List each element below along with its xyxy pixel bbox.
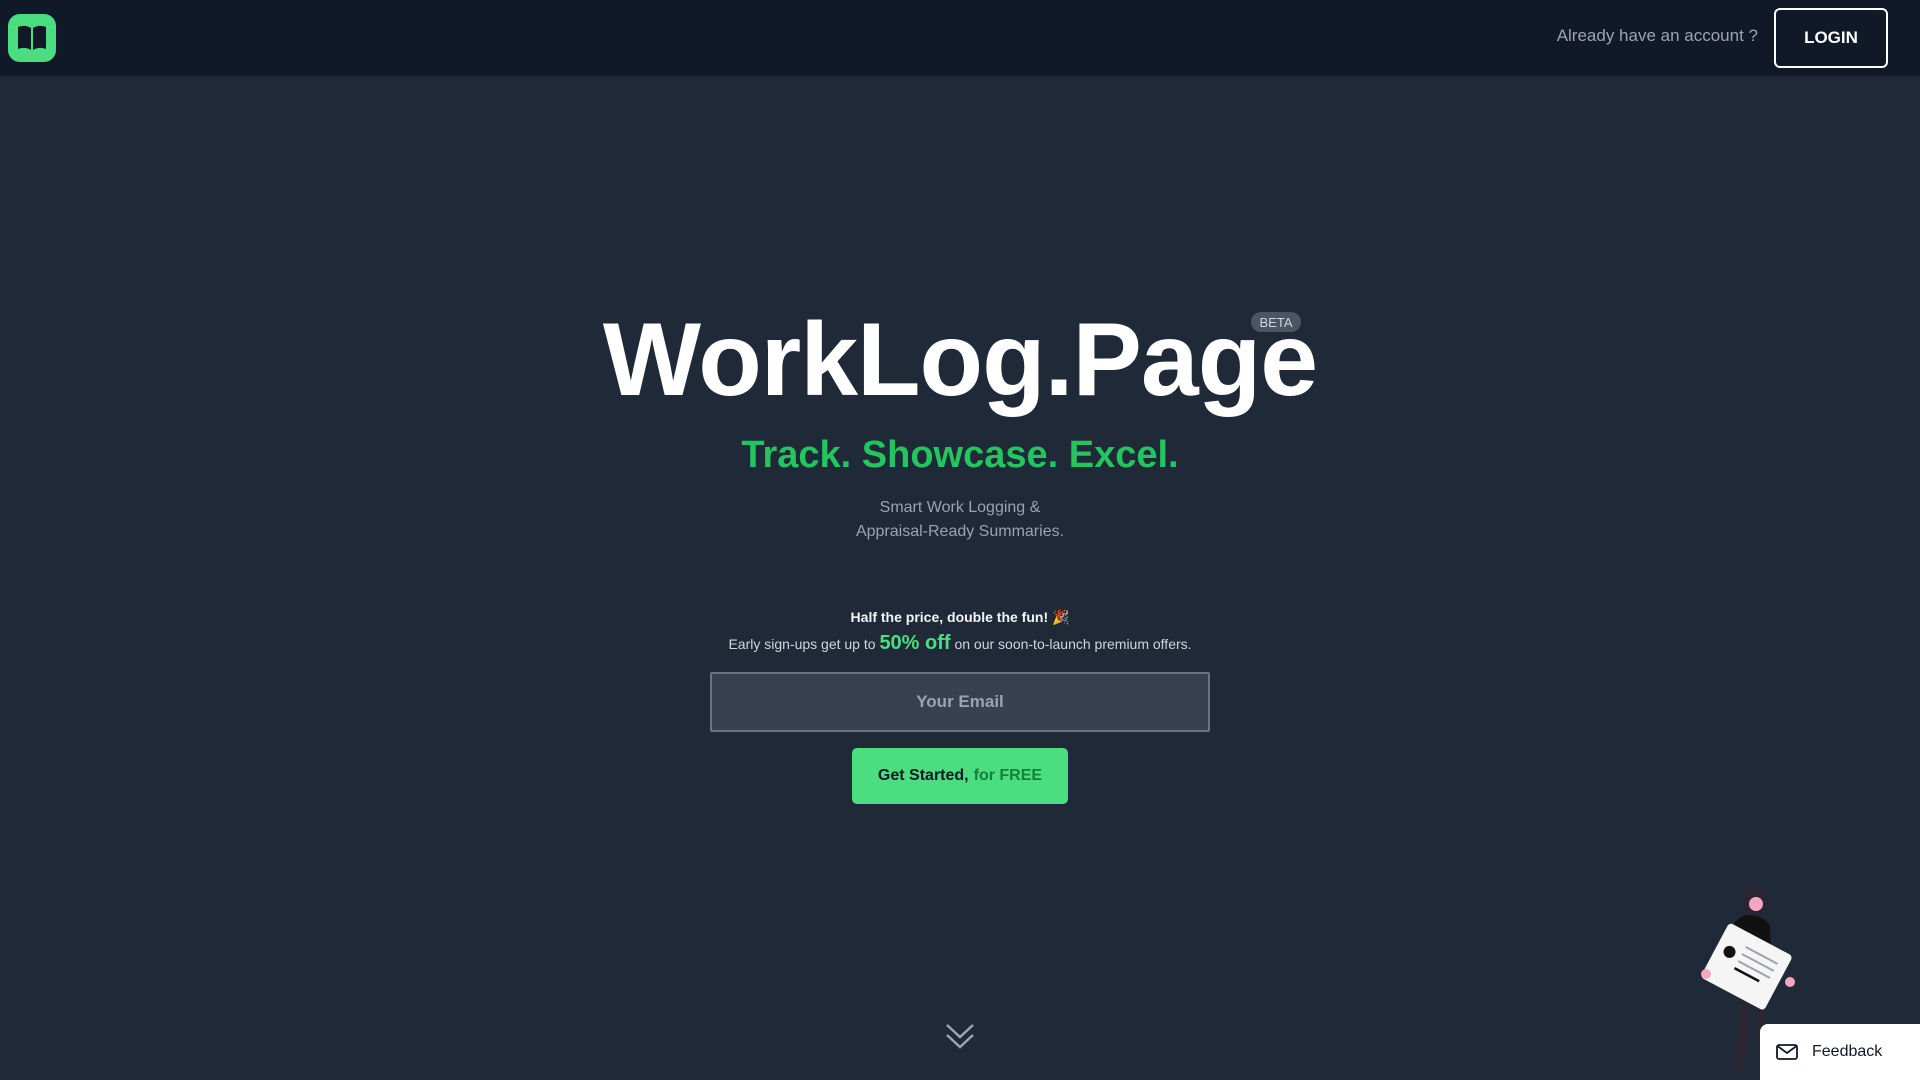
feedback-button[interactable]: Feedback (1760, 1024, 1920, 1080)
page-title: WorkLog.Page (602, 302, 1318, 418)
tagline: Track. Showcase. Excel. (741, 434, 1179, 476)
beta-badge: BETA (1251, 312, 1301, 332)
feedback-label: Feedback (1812, 1043, 1883, 1060)
login-button[interactable]: LOGIN (1774, 8, 1888, 68)
logo[interactable] (8, 14, 56, 62)
double-chevron-down-icon[interactable] (944, 1022, 976, 1052)
promo-text-before: Early sign-ups get up to (728, 636, 876, 652)
email-input[interactable] (710, 672, 1210, 732)
subtitle: Smart Work Logging & Appraisal-Ready Sum… (0, 496, 1920, 544)
open-book-icon (18, 25, 46, 50)
promo-headline-text: Half the price, double the fun! (850, 609, 1049, 625)
already-have-account-text: Already have an account ? (1556, 26, 1758, 45)
promo-headline: Half the price, double the fun! 🎉 (0, 609, 1920, 626)
get-started-label: Get Started, (877, 767, 969, 784)
subtitle-line-1: Smart Work Logging & (879, 499, 1041, 516)
top-navbar: Already have an account ? LOGIN (0, 0, 1920, 76)
discount-highlight: 50% off (879, 632, 951, 654)
party-popper-icon: 🎉 (1052, 609, 1070, 625)
promo-text-after: on our soon-to-launch premium offers. (954, 636, 1192, 652)
get-started-button[interactable]: Get Started, for FREE (852, 748, 1068, 804)
mail-icon (1776, 1044, 1798, 1060)
promo-line: Early sign-ups get up to 50% off on our … (0, 628, 1920, 659)
subtitle-line-2: Appraisal-Ready Summaries. (855, 523, 1065, 540)
for-free-label: for FREE (973, 767, 1043, 784)
